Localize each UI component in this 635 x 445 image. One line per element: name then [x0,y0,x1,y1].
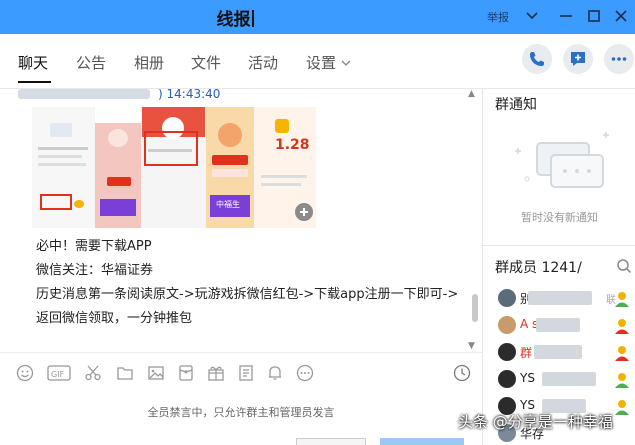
red-packet-icon[interactable] [177,364,195,382]
sender-name-suffix: ) [158,89,163,101]
timestamp-value: 14:43:40 [166,89,221,101]
member-name: 群 [520,346,533,360]
group-notice-title: 群通知 [495,97,537,113]
member-row[interactable]: YS [498,370,635,392]
member-level-icon [615,292,629,307]
window-title: 线报 [0,5,470,30]
more-icon [611,57,627,61]
toutiao-watermark: 头条 @分享是一种幸福 [458,413,613,431]
avatar [498,289,516,307]
zoom-in-icon[interactable] [298,206,310,218]
member-row[interactable]: A s [498,316,635,338]
tab-album[interactable]: 相册 [134,52,164,73]
window-titlebar: 线报 举报 [0,0,635,34]
gift-icon[interactable] [207,364,225,382]
input-toolbar: GIF [0,352,482,392]
member-level-icon [615,346,629,361]
muted-notice: 全员禁言中，只允许群主和管理员发言 [147,406,335,419]
member-name-blurred [542,372,596,386]
gif-icon[interactable]: GIF [47,364,71,382]
history-clock-icon[interactable] [453,364,471,382]
scroll-down-icon[interactable]: ▼ [468,341,475,351]
tab-chat[interactable]: 聊天 [18,52,48,73]
svg-text:GIF: GIF [51,370,65,379]
image-amount-text: 1.28 [275,137,310,153]
scroll-up-icon[interactable]: ▲ [468,89,475,99]
message-line-4: 返回微信领取，一分钟推包 [36,311,193,326]
sender-name-blurred [18,89,150,99]
tab-bar: 聊天 公告 相册 文件 活动 设置 [0,34,635,89]
tab-settings[interactable]: 设置 [306,52,351,73]
bell-icon[interactable] [266,364,284,382]
member-name-blurred [536,318,580,332]
tab-announcement[interactable]: 公告 [76,52,106,73]
scissors-icon[interactable] [84,364,102,382]
member-row[interactable]: 群 [498,343,635,365]
group-members-title: 群成员 1241/ [495,257,582,277]
member-level-icon [615,400,629,415]
folder-icon[interactable] [116,364,134,382]
chat-scrollbar[interactable] [472,294,478,322]
app-screenshot-5: 1.28 [255,107,316,228]
text-cursor [251,10,254,27]
group-sidebar: 群通知 暂时没有新通知 群成员 1241/ 别 联 A s 群 YS YS 华存 [482,89,635,445]
empty-notice-illustration [515,132,609,188]
more-options-button[interactable] [604,44,634,74]
tab-activity[interactable]: 活动 [248,52,278,73]
message-timestamp: ) 14:43:40 [158,89,220,101]
member-name-blurred [528,291,592,305]
app-screenshot-1 [32,107,94,228]
chevron-down-icon[interactable] [523,7,541,25]
message-line-1: 必中！需要下载APP [36,239,152,254]
member-level-icon [615,319,629,334]
avatar [498,343,516,361]
member-name-blurred [534,345,582,359]
group-members-suffix: / [577,260,582,276]
message-line-2: 微信关注：华福证券 [36,263,154,278]
member-name: YS [520,398,535,412]
sidebar-divider [483,245,635,246]
chat-plus-icon [571,52,585,66]
chat-message-area[interactable]: ) 14:43:40 ▲ 中福生 1.28 必中！需要下载APP 微信关注：华福… [0,89,482,352]
maximize-icon[interactable] [585,7,603,25]
tab-active-indicator [18,81,51,83]
member-level-icon [615,373,629,388]
app-screenshot-3 [142,107,205,228]
member-row[interactable]: 别 联 [498,289,635,311]
close-icon[interactable] [612,7,630,25]
tab-files[interactable]: 文件 [191,52,221,73]
message-line-3: 历史消息第一条阅读原文->玩游戏拆微信红包->下载app注册一下即可-> [36,287,459,302]
send-button[interactable] [380,438,464,445]
emoji-icon[interactable] [16,364,34,382]
close-chat-button[interactable] [296,438,366,445]
avatar [498,370,516,388]
message-image[interactable]: 中福生 1.28 [32,107,316,228]
tab-settings-label: 设置 [306,54,337,72]
group-notice-empty: 暂时没有新通知 [521,211,598,224]
phone-icon [530,52,544,66]
image-icon[interactable] [147,364,165,382]
search-icon[interactable] [616,258,632,274]
add-message-button[interactable] [563,44,593,74]
chevron-down-icon [341,60,351,66]
image-lucky-draw-text: 中福生 [216,200,240,209]
minimize-icon[interactable] [557,7,575,25]
more-tools-icon[interactable] [296,364,314,382]
vote-icon[interactable] [237,364,255,382]
member-name: YS [520,371,535,385]
voice-call-button[interactable] [522,44,552,74]
group-members-count: 群成员 1241 [495,260,578,276]
app-screenshot-4: 中福生 [206,107,254,228]
report-button[interactable]: 举报 [487,9,509,25]
app-screenshot-2 [95,107,141,228]
avatar [498,316,516,334]
